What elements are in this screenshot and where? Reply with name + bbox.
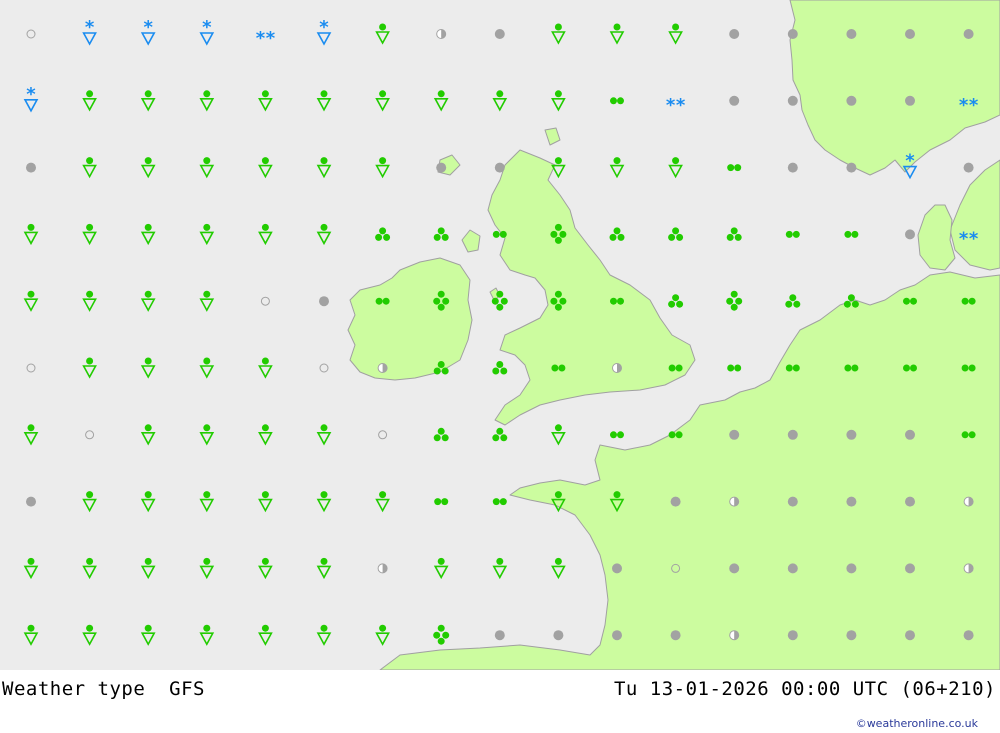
svg-text:*: *	[266, 28, 276, 49]
weather-symbol	[905, 429, 915, 440]
svg-text:*: *	[143, 17, 153, 38]
weather-symbol	[729, 630, 740, 641]
svg-text:*: *	[666, 95, 676, 116]
weather-symbol	[846, 95, 857, 106]
weather-symbol	[787, 429, 798, 440]
weather-symbol	[787, 563, 798, 574]
weather-symbol: * *	[959, 228, 979, 249]
weather-symbol	[787, 95, 798, 106]
weather-symbol	[670, 630, 681, 641]
weather-symbol: * *	[256, 28, 276, 49]
weather-symbol	[787, 162, 798, 173]
weather-symbol	[963, 496, 974, 507]
weather-symbol	[612, 363, 622, 373]
weather-symbol	[670, 496, 681, 507]
weather-symbol	[436, 29, 447, 39]
weather-symbol	[905, 496, 915, 507]
weather-symbol	[846, 29, 857, 39]
svg-text:*: *	[202, 17, 212, 38]
weather-symbol	[846, 429, 857, 440]
model-name: GFS	[169, 678, 205, 700]
svg-text:*: *	[26, 84, 36, 105]
weather-symbol	[436, 162, 447, 173]
parameter-name: Weather type	[2, 678, 146, 700]
weather-symbol: * *	[959, 95, 979, 116]
svg-text:*: *	[676, 95, 686, 116]
svg-text:*: *	[969, 228, 979, 249]
weather-symbol	[729, 95, 740, 106]
weather-symbol	[26, 496, 36, 507]
weather-symbol	[377, 563, 388, 574]
valid-time: Tu 13-01-2026 00:00 UTC (06+210)	[613, 678, 996, 700]
weather-map: ****************	[0, 0, 1000, 670]
svg-text:*: *	[905, 151, 915, 172]
svg-text:*: *	[959, 228, 969, 249]
weather-symbol	[905, 29, 915, 39]
weather-symbol	[612, 563, 622, 574]
svg-text:*: *	[959, 95, 969, 116]
weather-symbol	[494, 29, 505, 39]
weather-symbol	[729, 29, 740, 39]
weather-symbol	[905, 563, 915, 574]
weather-symbol	[319, 296, 329, 307]
weather-symbol	[377, 363, 388, 373]
weather-symbol	[846, 162, 857, 173]
weather-symbol	[787, 29, 798, 39]
weather-symbol	[553, 630, 564, 641]
weather-symbol	[494, 162, 505, 173]
weather-symbol: * *	[666, 95, 686, 116]
weather-symbol	[787, 630, 798, 641]
svg-text:*: *	[969, 95, 979, 116]
weather-symbol	[963, 563, 974, 574]
weather-symbol	[612, 630, 622, 641]
weather-symbol	[846, 630, 857, 641]
weather-symbol	[905, 229, 915, 240]
svg-text:*: *	[319, 17, 329, 38]
weather-symbol	[905, 630, 915, 641]
credit-link[interactable]: ©weatheronline.co.uk	[856, 717, 978, 730]
weather-symbol	[846, 563, 857, 574]
weather-symbol	[846, 496, 857, 507]
svg-text:*: *	[256, 28, 266, 49]
weather-symbol	[963, 162, 974, 173]
svg-text:*: *	[85, 17, 95, 38]
weather-symbol	[787, 496, 798, 507]
weather-symbol	[905, 95, 915, 106]
weather-symbol	[963, 630, 974, 641]
weather-symbol	[729, 429, 740, 440]
weather-symbol	[963, 29, 974, 39]
weather-symbol	[729, 563, 740, 574]
weather-symbol	[494, 630, 505, 641]
map-title: Weather type GFS	[2, 678, 205, 700]
weather-symbol	[26, 162, 36, 173]
weather-symbol	[729, 496, 740, 507]
